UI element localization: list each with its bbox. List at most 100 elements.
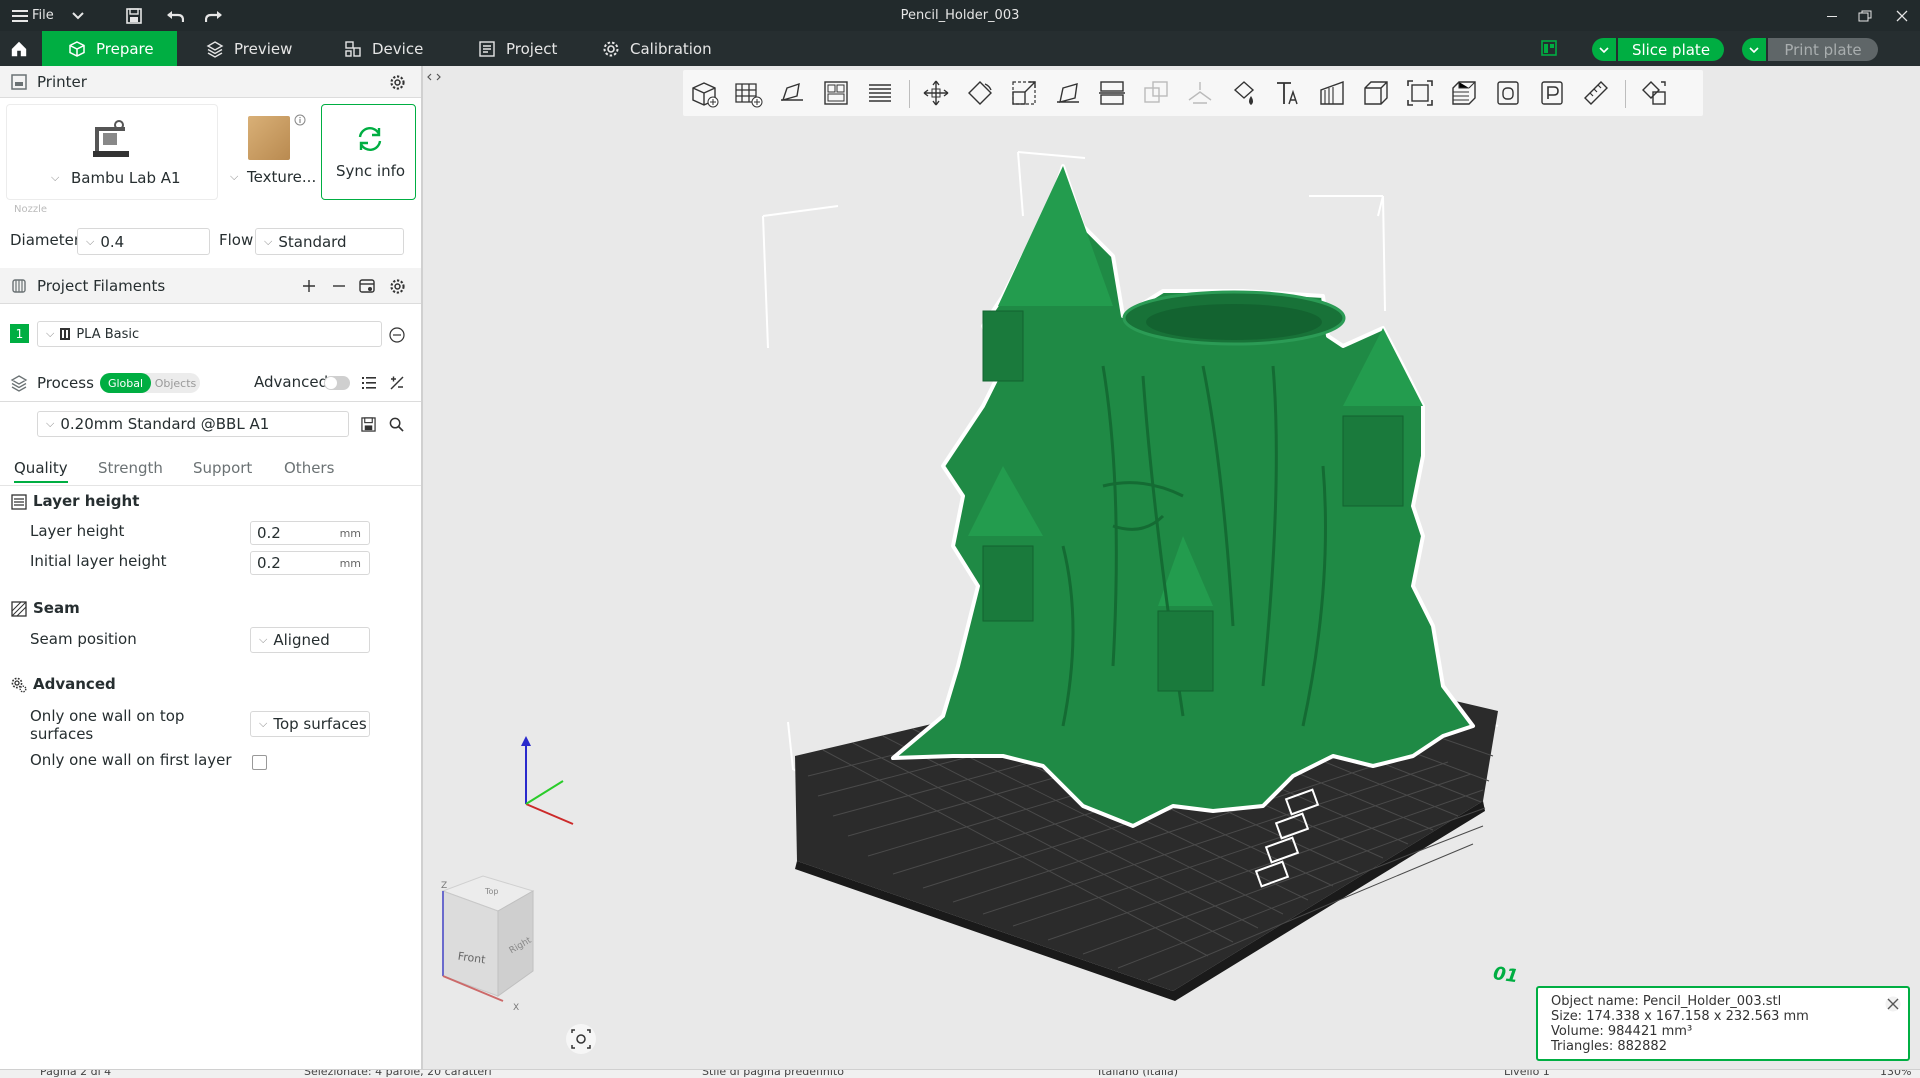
redo-icon[interactable]: [205, 0, 223, 31]
assembly-view-icon[interactable]: [1637, 78, 1671, 108]
move-icon[interactable]: [919, 78, 953, 108]
remove-filament-row-icon[interactable]: [389, 327, 405, 343]
view-cube[interactable]: Front Right Top Z X: [441, 875, 535, 1013]
viewcube-axis-x: X: [513, 1003, 519, 1013]
lay-on-face-icon[interactable]: [1051, 78, 1085, 108]
fit-selection-icon[interactable]: [1403, 78, 1437, 108]
toggle-global[interactable]: Global: [100, 373, 151, 393]
tab-preview-label: Preview: [234, 39, 293, 58]
tab-device[interactable]: Device: [318, 31, 438, 66]
tab-strength[interactable]: Strength: [98, 459, 163, 477]
printer-section-header: Printer: [0, 66, 421, 98]
filament-sync-icon[interactable]: [358, 277, 376, 295]
undo-icon[interactable]: [166, 0, 184, 31]
object-list-icon[interactable]: [1491, 78, 1525, 108]
compare-presets-icon[interactable]: [389, 375, 405, 391]
seam-position-value: Aligned: [273, 631, 330, 649]
add-object-icon[interactable]: [687, 78, 721, 108]
save-preset-icon[interactable]: [361, 417, 376, 432]
layer-height-value: 0.2: [257, 524, 281, 542]
plate-layout-icon[interactable]: [1540, 39, 1558, 61]
plate-settings-icon[interactable]: [1535, 78, 1569, 108]
advanced-toggle-switch[interactable]: [324, 376, 350, 390]
ruler-icon[interactable]: [1579, 78, 1613, 108]
printer-settings-gear-icon[interactable]: [389, 74, 406, 91]
menu-dropdown-chevron-icon[interactable]: [72, 0, 84, 31]
printer-select-card[interactable]: ⌵ Bambu Lab A1: [6, 104, 218, 200]
tab-quality[interactable]: Quality: [14, 459, 68, 483]
search-icon[interactable]: [389, 417, 404, 432]
slice-plate-button[interactable]: Slice plate: [1618, 38, 1724, 61]
tab-preview[interactable]: Preview: [180, 31, 310, 66]
tab-calibration[interactable]: Calibration: [576, 31, 726, 66]
tab-device-label: Device: [372, 39, 424, 58]
layer-height-input[interactable]: 0.2 mm: [250, 521, 370, 545]
printer-model-icon: [93, 120, 129, 157]
one-wall-first-layer-checkbox[interactable]: [252, 755, 267, 770]
home-button[interactable]: [0, 31, 42, 66]
object-triangles-text: Triangles: 882882: [1551, 1039, 1667, 1054]
variable-layer-height-icon[interactable]: [1315, 78, 1349, 108]
nozzle-diameter-select[interactable]: ⌵ 0.4: [77, 228, 210, 255]
print-dropdown-chevron-icon[interactable]: [1742, 38, 1766, 61]
one-wall-top-label-line2: surfaces: [30, 725, 94, 743]
project-icon: [479, 40, 495, 57]
file-menu-label: File: [32, 8, 54, 23]
printer-section-title: Printer: [37, 72, 87, 91]
support-painting-icon[interactable]: [1183, 78, 1217, 108]
arrange-icon[interactable]: [819, 78, 853, 108]
initial-layer-height-input[interactable]: 0.2 mm: [250, 551, 370, 575]
chevron-down-icon: ⌵: [264, 234, 273, 248]
slice-dropdown-chevron-icon[interactable]: [1592, 38, 1616, 61]
layers-slice-icon[interactable]: [1447, 78, 1481, 108]
fit-view-icon[interactable]: [566, 1024, 596, 1054]
global-objects-toggle[interactable]: Global Objects: [100, 373, 200, 393]
sync-info-button[interactable]: Sync info: [321, 104, 416, 200]
close-info-icon[interactable]: [1885, 996, 1901, 1012]
process-tabs: Quality Strength Support Others: [0, 452, 421, 486]
text-icon[interactable]: [1271, 78, 1305, 108]
filament-index-badge[interactable]: 1: [10, 324, 29, 343]
tab-others[interactable]: Others: [284, 459, 334, 477]
3d-viewport[interactable]: 01 Front Right Top Z X: [423, 66, 1920, 1069]
process-preset-select[interactable]: ⌵ 0.20mm Standard @BBL A1: [37, 411, 349, 437]
flow-select[interactable]: ⌵ Standard: [255, 228, 404, 255]
boolean-icon[interactable]: [1139, 78, 1173, 108]
filament-spool-icon: [60, 328, 71, 340]
collapse-sidebar-icon[interactable]: [427, 73, 441, 81]
toggle-objects[interactable]: Objects: [151, 373, 200, 393]
scale-icon[interactable]: [1007, 78, 1041, 108]
one-wall-first-layer-label: Only one wall on first layer: [30, 751, 232, 769]
restore-icon[interactable]: [1858, 0, 1872, 31]
tab-project[interactable]: Project: [452, 31, 582, 66]
info-icon[interactable]: [294, 114, 306, 126]
menu-button[interactable]: File: [12, 0, 54, 31]
plate-type-card[interactable]: ⌵ Texture...: [222, 104, 318, 200]
save-icon[interactable]: [126, 0, 142, 31]
filament-type-select[interactable]: ⌵ PLA Basic: [37, 321, 382, 347]
cut-icon[interactable]: [1095, 78, 1129, 108]
auto-orient-icon[interactable]: [775, 78, 809, 108]
device-icon: [345, 40, 361, 57]
tab-calibration-label: Calibration: [630, 39, 712, 58]
tab-prepare[interactable]: Prepare: [42, 31, 177, 66]
add-plate-icon[interactable]: [731, 78, 765, 108]
diameter-value: 0.4: [100, 232, 125, 251]
seam-painting-icon[interactable]: [1227, 78, 1261, 108]
object-info-panel: Object name: Pencil_Holder_003.stl Size:…: [1536, 986, 1910, 1061]
seam-position-select[interactable]: ⌵ Aligned: [250, 627, 370, 653]
rotate-icon[interactable]: [963, 78, 997, 108]
minimize-icon[interactable]: [1826, 0, 1838, 31]
list-icon[interactable]: [361, 375, 377, 391]
print-plate-button[interactable]: Print plate: [1768, 38, 1878, 61]
filament-settings-gear-icon[interactable]: [389, 278, 406, 295]
one-wall-top-select[interactable]: ⌵ Top surfaces: [250, 711, 370, 737]
tab-support[interactable]: Support: [193, 459, 252, 477]
remove-filament-icon[interactable]: [332, 279, 346, 293]
calibration-gear-icon: [603, 41, 619, 56]
add-filament-icon[interactable]: [302, 279, 316, 293]
close-window-icon[interactable]: [1896, 0, 1908, 31]
measure-box-icon[interactable]: [1359, 78, 1393, 108]
process-preset-value: 0.20mm Standard @BBL A1: [60, 415, 270, 433]
split-plates-icon[interactable]: [863, 78, 897, 108]
